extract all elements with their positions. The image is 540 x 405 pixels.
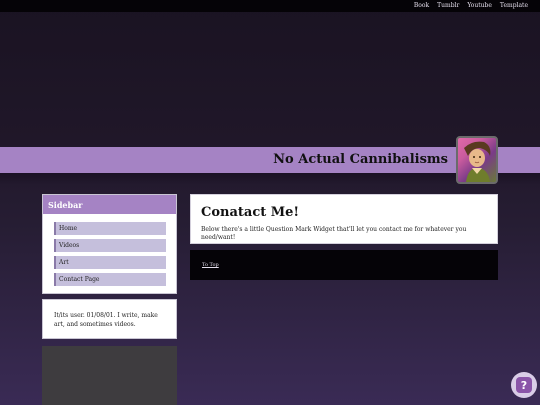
- sidebar-item-art[interactable]: Art: [54, 256, 166, 269]
- bio-card: It/its user. 01/08/01. I write, make art…: [42, 299, 177, 339]
- bio-text: It/its user. 01/08/01. I write, make art…: [54, 312, 158, 328]
- contact-card: Conatact Me! Below there's a little Ques…: [190, 194, 498, 244]
- sidebar-item-videos[interactable]: Videos: [54, 239, 166, 252]
- sidebar-title: Sidebar: [43, 195, 176, 214]
- top-nav: Book Tumblr Youtube Template: [414, 2, 528, 10]
- top-nav-youtube[interactable]: Youtube: [467, 2, 492, 10]
- top-nav-book[interactable]: Book: [414, 2, 429, 10]
- sidebar-nav: Home Videos Art Contact Page: [43, 214, 176, 286]
- top-nav-tumblr[interactable]: Tumblr: [437, 2, 459, 10]
- sidebar-panel: Sidebar Home Videos Art Contact Page: [42, 194, 177, 294]
- question-widget-button[interactable]: ?: [511, 372, 537, 398]
- contact-description: Below there's a little Question Mark Wid…: [201, 226, 467, 241]
- sidebar-media-placeholder: [42, 346, 177, 405]
- avatar: [456, 136, 498, 184]
- site-title: No Actual Cannibalisms: [273, 152, 448, 167]
- sidebar-item-home[interactable]: Home: [54, 222, 166, 235]
- top-bar: Book Tumblr Youtube Template: [0, 0, 540, 12]
- top-nav-template[interactable]: Template: [500, 2, 528, 10]
- to-top-link[interactable]: To Top: [202, 262, 219, 268]
- page-title: Conatact Me!: [201, 205, 300, 220]
- to-top-bar: To Top: [190, 250, 498, 280]
- sidebar-item-contact-page[interactable]: Contact Page: [54, 273, 166, 286]
- question-mark-icon: ?: [516, 377, 532, 393]
- avatar-portrait: [464, 141, 491, 182]
